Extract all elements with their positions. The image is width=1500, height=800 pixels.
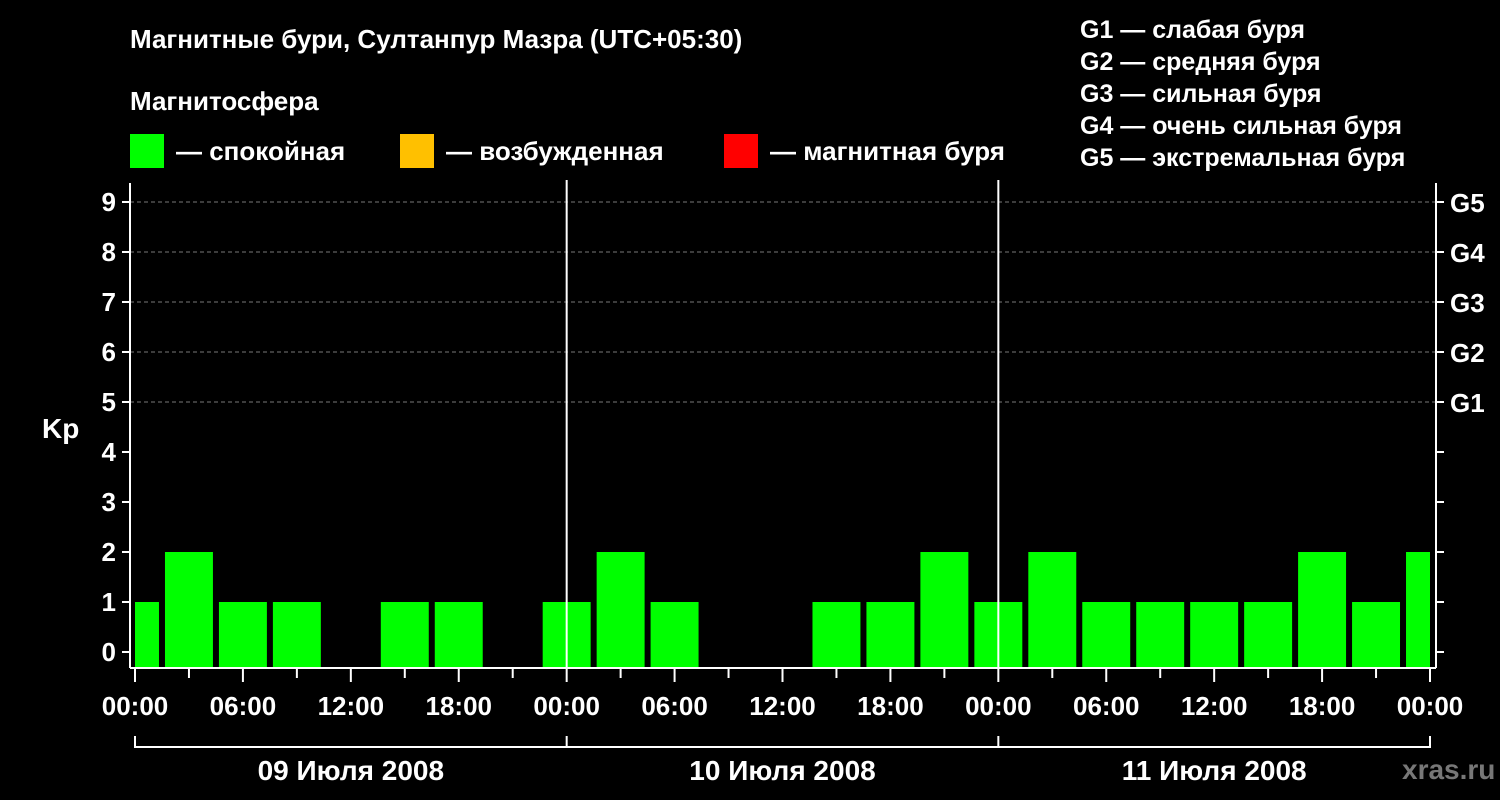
kp-bar-17 (1028, 552, 1077, 668)
y-tick-label-4: 4 (102, 437, 117, 467)
x-tick-label-4: 00:00 (533, 691, 600, 721)
x-tick-label-2: 12:00 (318, 691, 385, 721)
x-tick-label-11: 18:00 (1289, 691, 1356, 721)
right-tick-label-g1: G1 (1450, 388, 1485, 418)
x-tick-label-6: 12:00 (749, 691, 816, 721)
x-tick-label-0: 00:00 (102, 691, 169, 721)
x-tick-label-10: 12:00 (1181, 691, 1248, 721)
kp-bar-23 (1352, 602, 1401, 668)
kp-bar-2 (218, 602, 267, 668)
kp-bar-19 (1136, 602, 1185, 668)
kp-bar-15 (920, 552, 969, 668)
kp-bar-24 (1406, 552, 1430, 668)
y-tick-label-3: 3 (102, 487, 116, 517)
kp-bar-21 (1244, 602, 1293, 668)
x-tick-label-7: 18:00 (857, 691, 924, 721)
x-tick-label-12: 00:00 (1397, 691, 1464, 721)
kp-bar-0 (135, 602, 159, 668)
y-tick-label-0: 0 (102, 637, 116, 667)
right-tick-label-g3: G3 (1450, 288, 1485, 318)
kp-bar-20 (1190, 602, 1239, 668)
kp-bar-1 (164, 552, 213, 668)
y-tick-label-1: 1 (102, 587, 116, 617)
kp-bar-3 (272, 602, 321, 668)
x-tick-label-3: 18:00 (426, 691, 493, 721)
kp-bar-6 (434, 602, 483, 668)
kp-bar-5 (380, 602, 429, 668)
kp-chart: 0 1 2 3 4 5 6 7 8 9 G1 G2 G3 G4 G5 Kp 00:00 06:00 12:00 18:… (42, 180, 1485, 786)
kp-bar-14 (866, 602, 915, 668)
y-tick-label-2: 2 (102, 537, 116, 567)
day-label-1: 09 Июля 2008 (258, 755, 444, 786)
kp-bar-9 (596, 552, 645, 668)
y-tick-label-5: 5 (102, 387, 116, 417)
y-axis-label: Kp (42, 413, 79, 444)
right-tick-label-g2: G2 (1450, 338, 1485, 368)
kp-bar-13 (812, 602, 861, 668)
kp-bar-10 (650, 602, 699, 668)
y-tick-label-9: 9 (102, 187, 116, 217)
y-tick-label-7: 7 (102, 287, 116, 317)
x-tick-label-5: 06:00 (641, 691, 708, 721)
watermark: xras.ru (1402, 754, 1496, 785)
y-tick-label-6: 6 (102, 337, 116, 367)
right-tick-label-g4: G4 (1450, 238, 1485, 268)
day-label-3: 11 Июля 2008 (1122, 755, 1307, 786)
y-tick-label-8: 8 (102, 237, 116, 267)
x-tick-label-8: 00:00 (965, 691, 1032, 721)
right-tick-label-g5: G5 (1450, 188, 1485, 218)
x-tick-label-1: 06:00 (210, 691, 277, 721)
x-tick-label-9: 06:00 (1073, 691, 1140, 721)
kp-bar-18 (1082, 602, 1131, 668)
day-label-2: 10 Июля 2008 (689, 755, 875, 786)
kp-bar-22 (1298, 552, 1347, 668)
